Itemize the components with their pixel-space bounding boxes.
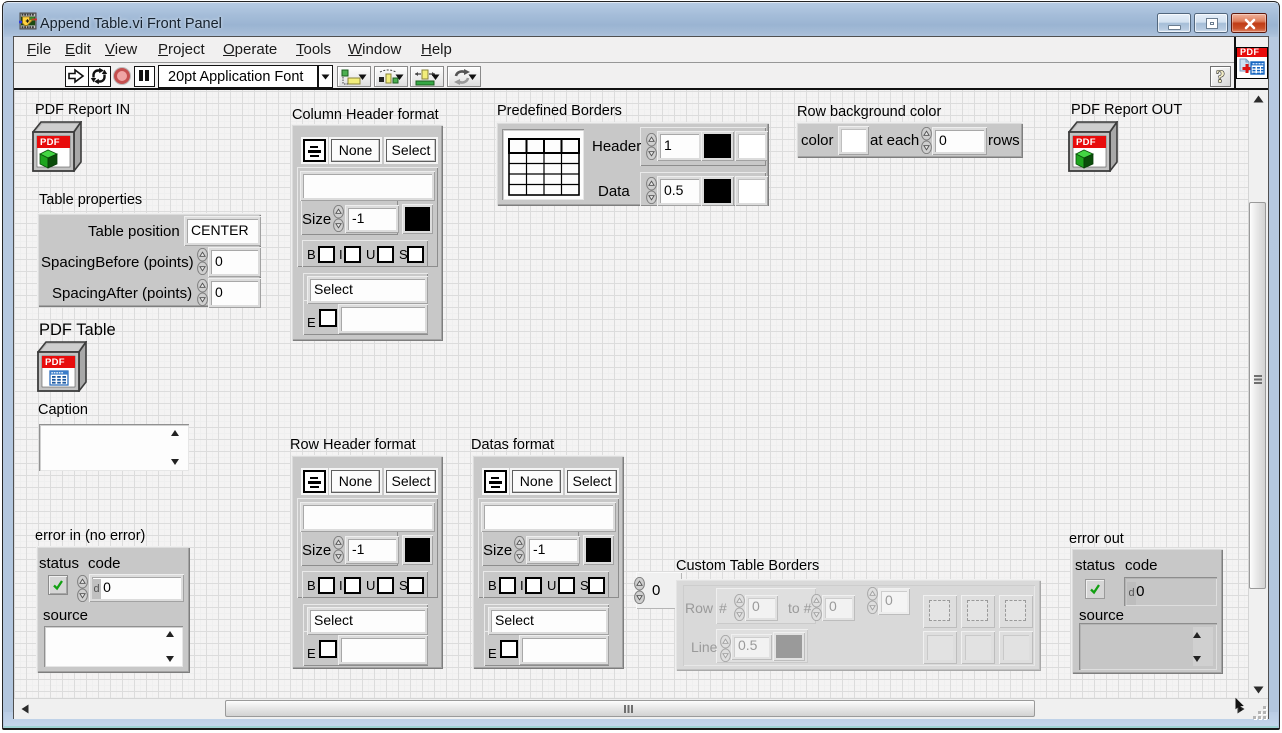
svg-text:PDF: PDF bbox=[45, 357, 65, 368]
svg-text:PDF: PDF bbox=[40, 137, 60, 148]
svg-text:PDF: PDF bbox=[1076, 137, 1096, 148]
svg-text:?: ? bbox=[1216, 67, 1225, 86]
